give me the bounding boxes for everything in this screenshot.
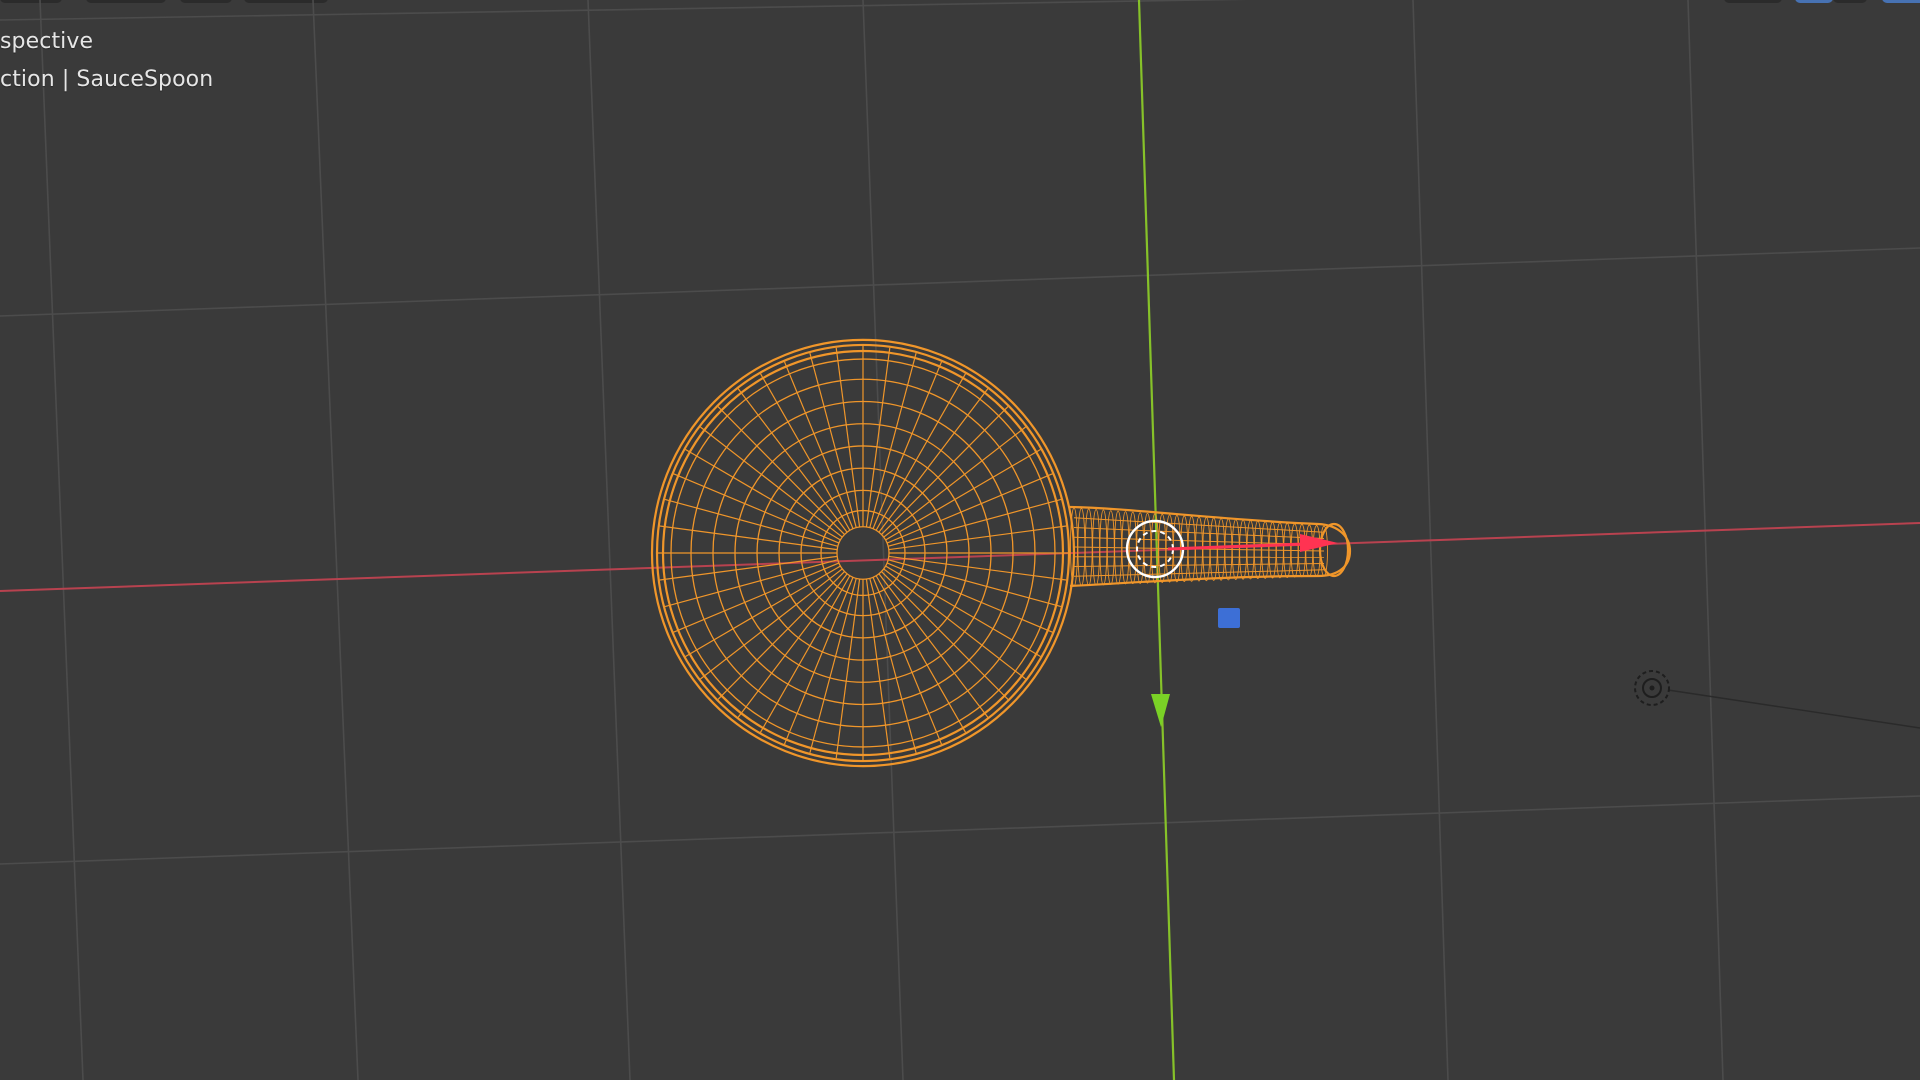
light-object-icon[interactable] — [1634, 670, 1670, 706]
viewport-object-label: ction | SauceSpoon — [0, 67, 214, 92]
sauce-spoon-wireframe[interactable] — [650, 338, 1352, 768]
gizmo-y-arrow[interactable] — [1151, 694, 1170, 727]
light-direction-line — [1667, 689, 1920, 729]
gizmo-z-handle[interactable] — [1218, 608, 1240, 628]
scene-canvas[interactable] — [0, 0, 1920, 1080]
x-axis-line — [0, 522, 1920, 592]
viewport-view-label: spective — [0, 29, 94, 54]
3d-viewport[interactable]: spective ction | SauceSpoon — [0, 0, 1920, 1080]
